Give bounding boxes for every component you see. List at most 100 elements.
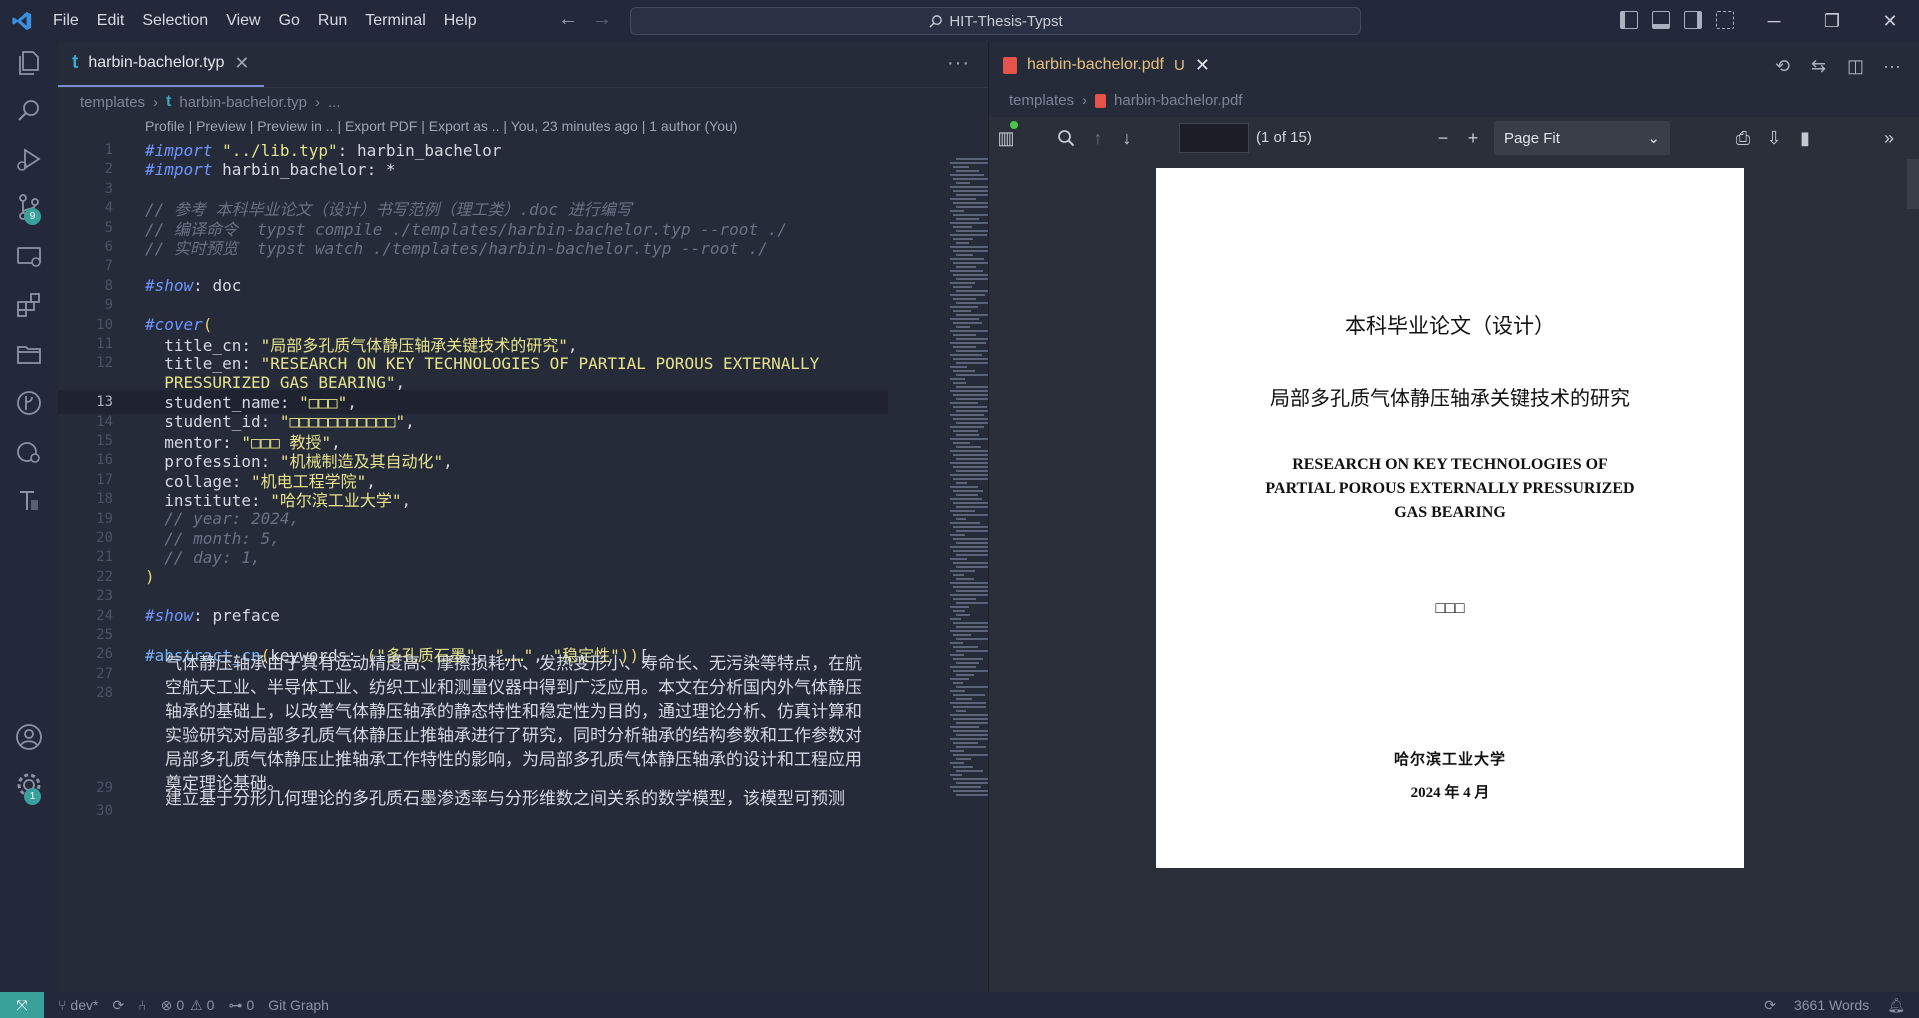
menu-view[interactable]: View [217,12,269,30]
download-icon[interactable]: ⇩ [1763,127,1785,149]
bookmark-icon[interactable]: ▮ [1794,127,1816,149]
minimap-line [953,226,972,228]
print-icon[interactable]: ⎙ [1732,127,1754,149]
git-icon[interactable]: ⑃ [138,997,146,1013]
breadcrumb-folder[interactable]: templates [1009,92,1074,109]
warning-count[interactable]: 0 [207,997,215,1013]
minimap-line [950,762,964,764]
branch-name[interactable]: dev* [70,997,98,1013]
minimap-line [956,530,991,532]
toggle-sidebar-icon[interactable]: ▥ [995,127,1017,149]
line-number: 30 [96,803,113,819]
minimap-line [953,706,986,708]
minimap-line [953,790,993,792]
page-subtitle: 局部多孔质气体静压轴承关键技术的研究 [1270,388,1630,410]
minimap-line [950,786,981,788]
compare-icon[interactable]: ⇆ [1811,56,1829,76]
tools-chevron-icon[interactable]: » [1878,127,1900,149]
ports-icon: ⊶ [228,996,243,1013]
minimap-line [950,342,986,344]
remote-indicator-icon[interactable]: ⤧ [0,992,44,1018]
page-number-input[interactable] [1179,123,1249,153]
folder-icon[interactable] [14,339,44,369]
command-center[interactable]: HIT-Thesis-Typst [630,7,1361,35]
previous-page-icon[interactable]: ↑ [1087,127,1109,149]
tab-harbin-bachelor-pdf[interactable]: harbin-bachelor.pdf U ✕ [989,42,1224,88]
toggle-secondary-sidebar-icon[interactable] [1684,11,1702,29]
error-count[interactable]: 0 [176,997,184,1013]
english-title-line: GAS BEARING [1394,504,1506,521]
error-icon: ⊗ [160,996,173,1013]
remote-explorer-icon[interactable] [14,242,44,272]
word-count[interactable]: 3661 Words [1794,997,1869,1014]
menu-edit[interactable]: Edit [88,12,134,30]
back-arrow-icon[interactable]: ← [558,8,578,31]
close-window-button[interactable]: ✕ [1861,0,1919,42]
line-number: 1 [104,142,113,158]
vscode-logo-icon [0,0,44,42]
ports-count[interactable]: 0 [246,997,254,1013]
zoom-out-icon[interactable]: − [1432,127,1454,149]
abstract-paragraph-2[interactable]: 建立基于分形几何理论的多孔质石墨渗透率与分形维数之间关系的数学模型，该模型可预测 [165,787,870,811]
pdf-file-icon [1095,93,1107,108]
history-icon[interactable]: ⟲ [1775,56,1793,76]
minimap-line [956,494,978,496]
menu-go[interactable]: Go [270,12,309,30]
restore-button[interactable]: ❐ [1803,0,1861,42]
minimize-button[interactable]: ─ [1745,0,1803,42]
minimap-line [953,382,966,384]
explorer-icon[interactable] [14,48,44,78]
warning-icon: ⚠ [190,996,203,1013]
git-lens-icon[interactable] [14,388,44,418]
close-tab-icon[interactable]: ✕ [1195,55,1210,76]
split-editor-icon[interactable]: ◫ [1847,56,1865,76]
chevron-right-icon: › [153,93,159,111]
minimap-line [953,238,973,240]
breadcrumb-file[interactable]: harbin-bachelor.typ [179,94,307,111]
timeline-icon[interactable] [14,437,44,467]
toggle-panel-icon[interactable] [1652,11,1670,29]
more-actions-icon[interactable]: ··· [1883,56,1901,76]
breadcrumb-folder[interactable]: templates [80,94,145,111]
zoom-in-icon[interactable]: + [1462,127,1484,149]
customize-layout-icon[interactable] [1716,11,1734,29]
notifications-bell-icon[interactable]: 🔔︎ [1887,997,1905,1014]
more-actions-icon[interactable]: ··· [947,52,970,75]
next-page-icon[interactable]: ↓ [1116,127,1138,149]
minimap-line [956,542,992,544]
breadcrumb-tail[interactable]: ... [328,94,341,111]
account-icon[interactable] [14,722,44,752]
close-tab-icon[interactable]: ✕ [234,53,249,74]
line-number: 9 [104,297,113,314]
english-title-line: PARTIAL POROUS EXTERNALLY PRESSURIZED [1265,480,1635,497]
minimap-line [956,758,971,760]
sync-icon[interactable]: ⟳ [112,997,124,1014]
code-lens[interactable]: Profile | Preview | Preview in .. | Expo… [145,118,737,134]
typst-icon[interactable] [14,486,44,516]
toggle-primary-sidebar-icon[interactable] [1620,11,1638,29]
find-icon[interactable] [1055,127,1077,149]
menu-terminal[interactable]: Terminal [356,12,434,30]
git-graph-button[interactable]: Git Graph [268,997,329,1013]
extensions-icon[interactable] [14,290,44,320]
zoom-select[interactable]: Page Fit ⌄ [1494,121,1670,155]
minimap-line [953,646,979,648]
menu-file[interactable]: File [44,12,88,30]
settings-badge: 1 [24,788,41,805]
breadcrumb-file[interactable]: harbin-bachelor.pdf [1114,92,1242,109]
pdf-scrollbar[interactable] [1907,159,1919,209]
menu-help[interactable]: Help [435,12,486,30]
forward-arrow-icon[interactable]: → [592,8,612,31]
refresh-icon[interactable]: ⟳ [1764,997,1776,1014]
line-number: 13 [96,394,113,411]
search-activity-icon[interactable] [14,96,44,126]
tab-harbin-bachelor-typ[interactable]: t harbin-bachelor.typ ✕ [58,41,264,87]
run-debug-icon[interactable] [14,144,44,174]
minimap-line [950,306,979,308]
menu-run[interactable]: Run [309,12,356,30]
minimap-line [953,178,991,180]
minimap-line [950,666,977,668]
menu-selection[interactable]: Selection [133,12,217,30]
abstract-paragraph[interactable]: 气体静压轴承由于具有运动精度高、摩擦损耗小、发热变形小、寿命长、无污染等特点，在… [165,652,870,796]
minimap-line [953,430,978,432]
